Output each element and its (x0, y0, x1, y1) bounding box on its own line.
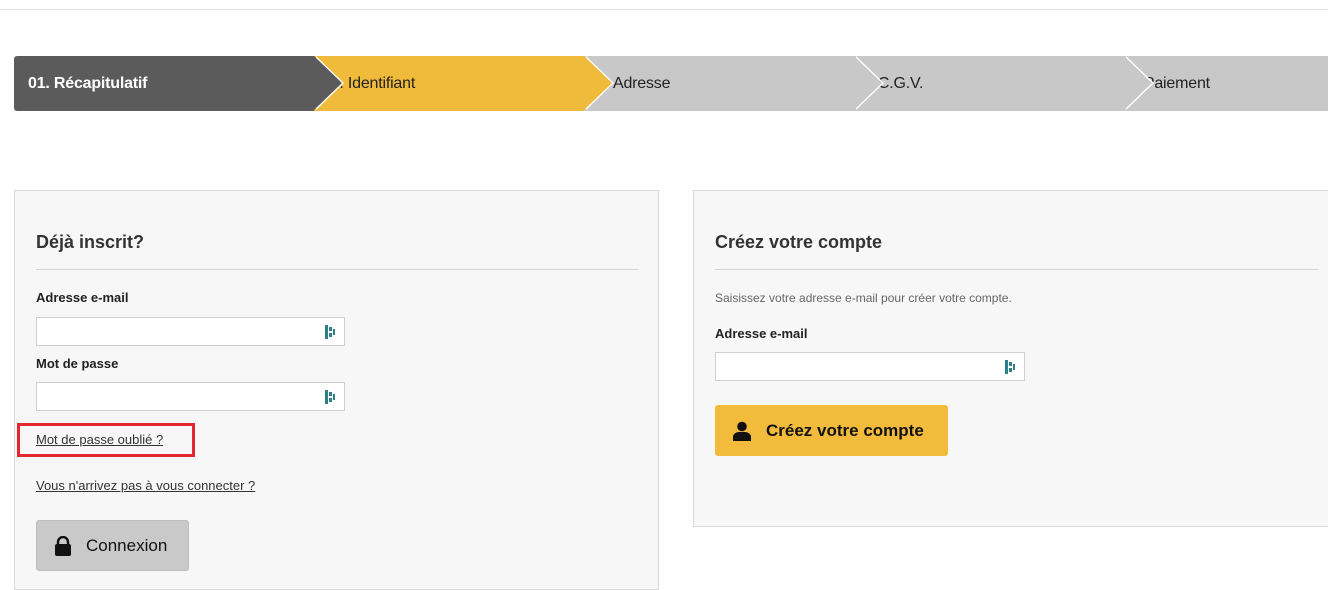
register-hint-text: Saisissez votre adresse e-mail pour crée… (715, 291, 1012, 305)
register-title-divider (715, 269, 1318, 270)
login-email-input[interactable] (37, 318, 344, 345)
cannot-login-link[interactable]: Vous n'arrivez pas à vous connecter ? (36, 478, 255, 493)
forgot-password-link[interactable]: Mot de passe oublié ? (36, 432, 163, 447)
login-button-label: Connexion (86, 535, 168, 555)
create-account-button-label: Créez votre compte (766, 420, 924, 440)
password-manager-icon[interactable] (1005, 360, 1017, 374)
step-recapitulatif[interactable]: 01. Récapitulatif (14, 56, 344, 111)
register-email-label: Adresse e-mail (715, 326, 808, 341)
top-divider (0, 9, 1328, 10)
register-email-input[interactable] (716, 353, 1024, 380)
user-icon (732, 421, 752, 441)
login-email-field[interactable] (36, 317, 345, 346)
login-button[interactable]: Connexion (36, 520, 189, 571)
login-title: Déjà inscrit? (36, 232, 145, 252)
login-email-label: Adresse e-mail (36, 290, 129, 305)
password-manager-icon[interactable] (325, 390, 337, 404)
password-manager-icon[interactable] (325, 325, 337, 339)
login-panel: Déjà inscrit? Adresse e-mail Mot de pass… (14, 190, 659, 590)
register-title: Créez votre compte (715, 232, 883, 252)
login-password-field[interactable] (36, 382, 345, 411)
lock-icon (54, 535, 72, 556)
login-title-divider (36, 269, 638, 270)
checkout-stepper: 01. Récapitulatif 02. Identifiant 03. Ad… (14, 56, 1328, 111)
step-label: 01. Récapitulatif (28, 74, 148, 92)
register-email-field[interactable] (715, 352, 1025, 381)
login-password-label: Mot de passe (36, 356, 119, 371)
register-panel: Créez votre compte Saisissez votre adres… (693, 190, 1328, 527)
login-password-input[interactable] (37, 383, 344, 410)
create-account-button[interactable]: Créez votre compte (715, 405, 948, 456)
